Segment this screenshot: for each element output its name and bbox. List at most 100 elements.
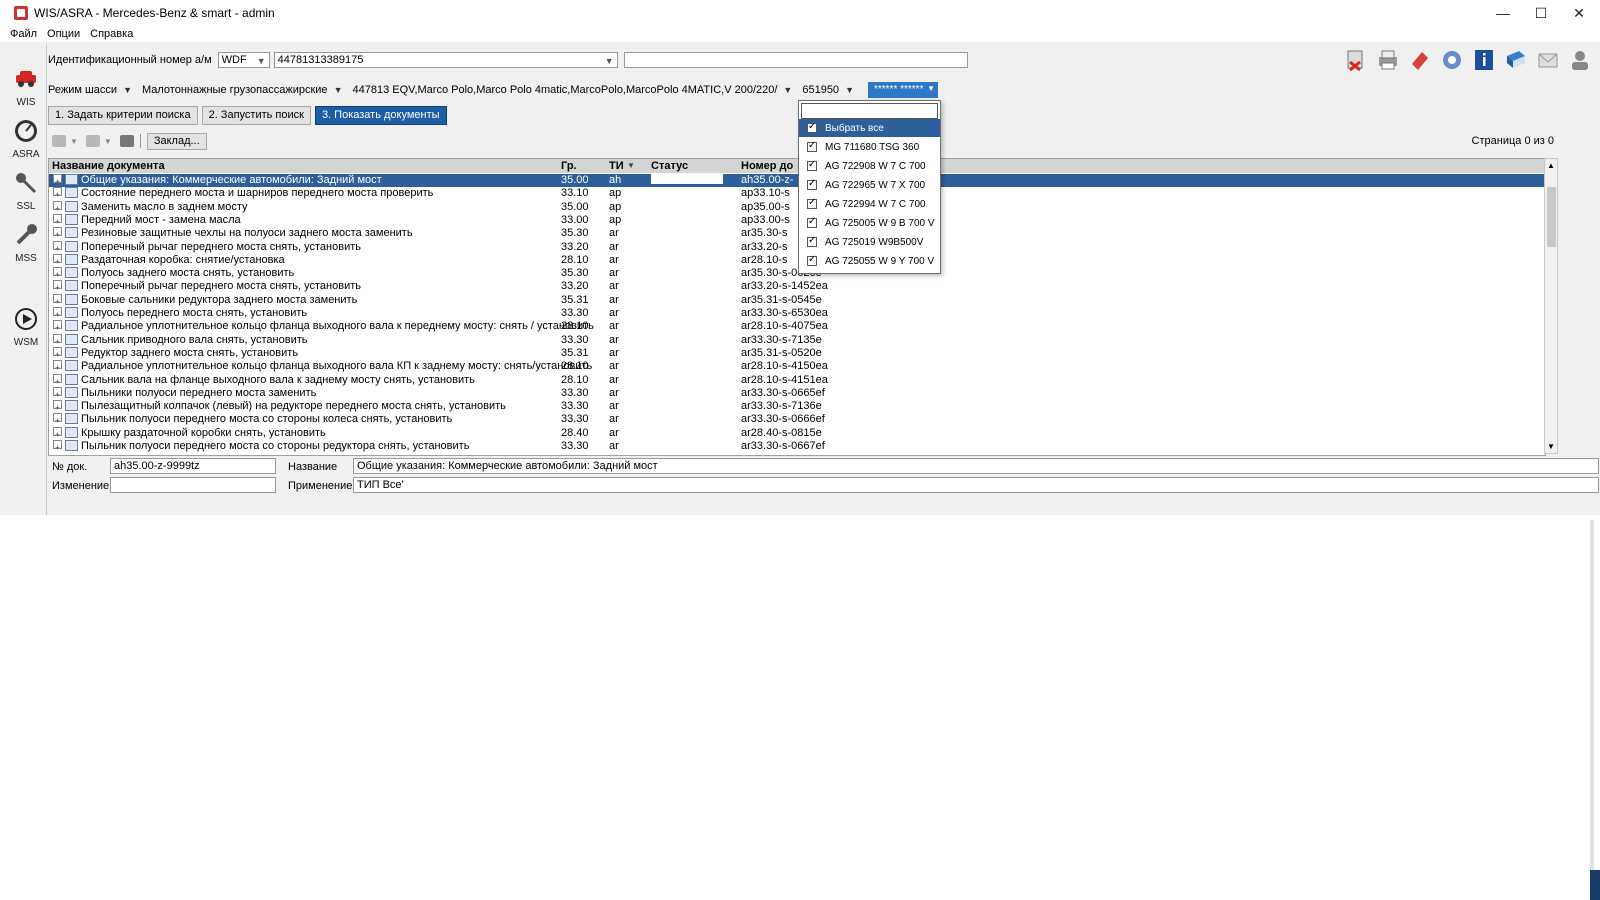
dropdown-item[interactable]: AG 725019 W9B500V — [799, 233, 940, 251]
table-row[interactable]: + Пыльники полуоси переднего моста замени… — [49, 386, 1545, 400]
start-search-button[interactable]: 2. Запустить поиск — [201, 106, 311, 125]
info-icon[interactable] — [1472, 48, 1496, 72]
expand-icon[interactable]: + — [53, 200, 62, 213]
vin-number-input[interactable]: 44781313389175 ▼ — [273, 52, 618, 68]
table-row[interactable]: + Радиальное уплотнительное кольцо фланца… — [49, 360, 1545, 373]
chevron-down-icon[interactable]: ▼ — [334, 85, 343, 95]
expand-icon[interactable]: + — [53, 413, 62, 425]
expand-icon[interactable]: + — [53, 400, 62, 412]
dropdown-item[interactable]: AG 725005 W 9 B 700 V — [799, 214, 940, 232]
column-header-group[interactable]: Гр. — [561, 160, 577, 172]
checkbox-icon[interactable] — [807, 216, 817, 228]
table-row[interactable]: + Полуось заднего моста снять, установить… — [49, 267, 1545, 280]
model-select[interactable]: 447813 EQV,Marco Polo,Marco Polo 4matic,… — [352, 84, 777, 96]
expand-icon[interactable]: + — [53, 360, 62, 372]
checkbox-icon[interactable] — [807, 178, 817, 190]
table-row[interactable]: + Поперечный рычаг переднего моста снять,… — [49, 240, 1545, 254]
category-select[interactable]: Малотоннажные грузопассажирские — [142, 84, 328, 96]
column-header-type[interactable]: ТИ — [609, 160, 624, 172]
expand-icon[interactable]: + — [53, 174, 62, 186]
table-row[interactable]: + Сальник приводного вала снять, установи… — [49, 333, 1545, 347]
doc-number-field[interactable]: ah35.00-z-9999tz — [110, 458, 276, 474]
expand-icon[interactable]: + — [53, 333, 62, 346]
expand-icon[interactable]: + — [53, 307, 62, 319]
dropdown-item[interactable]: AG 722965 W 7 X 700 — [799, 176, 940, 194]
bookmark-button[interactable]: Заклад... — [146, 132, 207, 150]
back-arrow-icon[interactable] — [52, 135, 66, 147]
forward-arrow-icon[interactable] — [85, 135, 100, 147]
menu-options[interactable]: Опции — [47, 28, 80, 40]
checkbox-icon[interactable] — [807, 159, 817, 171]
table-row[interactable]: + Боковые сальники редуктора заднего мост… — [49, 293, 1545, 307]
expand-icon[interactable]: + — [53, 213, 62, 226]
chassis-mode-select[interactable]: Режим шасси — [48, 84, 117, 96]
table-row[interactable]: + Пыльник полуоси переднего моста со стор… — [49, 440, 1545, 453]
show-documents-button[interactable]: 3. Показать документы — [314, 106, 447, 125]
sidebar-item-wsm[interactable]: WSM — [6, 306, 46, 348]
column-header-status[interactable]: Статус — [651, 160, 688, 172]
minimize-icon[interactable]: — — [1484, 0, 1522, 26]
engine-code-select[interactable]: 651950 — [802, 84, 839, 96]
table-row[interactable]: + Резиновые защитные чехлы на полуоси зад… — [49, 227, 1545, 240]
sidebar-item-mss[interactable]: MSS — [6, 222, 46, 264]
mail-icon[interactable] — [1536, 48, 1560, 72]
table-row[interactable]: + Полуось переднего моста снять, установи… — [49, 307, 1545, 320]
settings-icon[interactable] — [1440, 48, 1464, 72]
set-criteria-button[interactable]: 1. Задать критерии поиска — [48, 106, 198, 125]
table-row[interactable]: + Пыльник полуоси переднего моста со стор… — [49, 413, 1545, 426]
table-row[interactable]: + Пылезащитный колпачок (левый) на редукт… — [49, 400, 1545, 413]
menu-file[interactable]: Файл — [10, 28, 37, 40]
expand-icon[interactable]: + — [53, 320, 62, 332]
expand-icon[interactable]: + — [53, 187, 62, 199]
delete-icon[interactable] — [1344, 48, 1368, 72]
checkbox-icon[interactable] — [807, 140, 817, 152]
doc-name-field[interactable]: Общие указания: Коммерческие автомобили:… — [353, 458, 1599, 474]
table-row[interactable]: + Общие указания: Коммерческие автомобили… — [49, 174, 1545, 187]
column-header-docnum[interactable]: Номер до — [741, 160, 793, 172]
expand-icon[interactable]: + — [53, 293, 62, 306]
expand-icon[interactable]: + — [53, 373, 62, 386]
dropdown-item[interactable]: AG 722908 W 7 C 700 — [799, 157, 940, 175]
sidebar-item-ssl[interactable]: SSL — [6, 170, 46, 212]
expand-icon[interactable]: + — [53, 280, 62, 292]
chevron-down-icon[interactable]: ▼ — [783, 85, 792, 95]
checkbox-icon[interactable] — [807, 121, 817, 133]
change-field[interactable] — [110, 477, 276, 493]
menu-help[interactable]: Справка — [90, 28, 133, 40]
expand-icon[interactable]: + — [53, 346, 62, 359]
table-row[interactable]: + Сальник вала на фланце выходного вала к… — [49, 373, 1545, 387]
expand-icon[interactable]: + — [53, 267, 62, 279]
maximize-icon[interactable]: ☐ — [1522, 0, 1560, 26]
expand-icon[interactable]: + — [53, 240, 62, 253]
book-icon[interactable] — [1504, 48, 1528, 72]
dropdown-item[interactable]: Выбрать все — [799, 119, 940, 137]
table-row[interactable]: + Состояние переднего моста и шарниров пе… — [49, 187, 1545, 200]
table-row[interactable]: + Радиальное уплотнительное кольцо фланца… — [49, 320, 1545, 333]
dropdown-filter-input[interactable] — [801, 103, 938, 119]
expand-icon[interactable]: + — [53, 426, 62, 439]
table-scrollbar[interactable]: ▲ ▼ — [1544, 158, 1558, 454]
table-row[interactable]: + Передний мост - замена масла 33.00 ap ap33… — [49, 213, 1545, 227]
checkbox-icon[interactable] — [807, 197, 817, 209]
scroll-down-icon[interactable]: ▼ — [1547, 442, 1555, 451]
checkbox-icon[interactable] — [807, 254, 817, 266]
close-icon[interactable]: ✕ — [1560, 0, 1598, 26]
expand-icon[interactable]: + — [53, 386, 62, 399]
table-row[interactable]: + Поперечный рычаг переднего моста снять,… — [49, 280, 1545, 293]
table-row[interactable]: + Крышку раздаточной коробки снять, устан… — [49, 426, 1545, 440]
table-row[interactable]: + Раздаточная коробка: снятие/установка 28… — [49, 253, 1545, 267]
scroll-up-icon[interactable]: ▲ — [1547, 161, 1555, 170]
scrollbar-thumb[interactable] — [1547, 187, 1556, 247]
dropdown-item[interactable]: MG 711680 TSG 360 — [799, 138, 940, 156]
column-header-name[interactable]: Название документа — [52, 160, 165, 172]
chevron-down-icon[interactable]: ▼ — [845, 85, 854, 95]
expand-icon[interactable]: + — [53, 440, 62, 452]
dropdown-item[interactable]: AG 722994 W 7 C 700 — [799, 195, 940, 213]
sidebar-item-wis[interactable]: WIS — [6, 66, 46, 108]
print-icon[interactable] — [1376, 48, 1400, 72]
grid-icon[interactable] — [119, 135, 134, 147]
dropdown-item[interactable]: AG 725055 W 9 Y 700 V — [799, 252, 940, 270]
expand-icon[interactable]: + — [53, 253, 62, 266]
eraser-icon[interactable] — [1408, 48, 1432, 72]
chevron-down-icon[interactable]: ▼ — [70, 137, 78, 146]
